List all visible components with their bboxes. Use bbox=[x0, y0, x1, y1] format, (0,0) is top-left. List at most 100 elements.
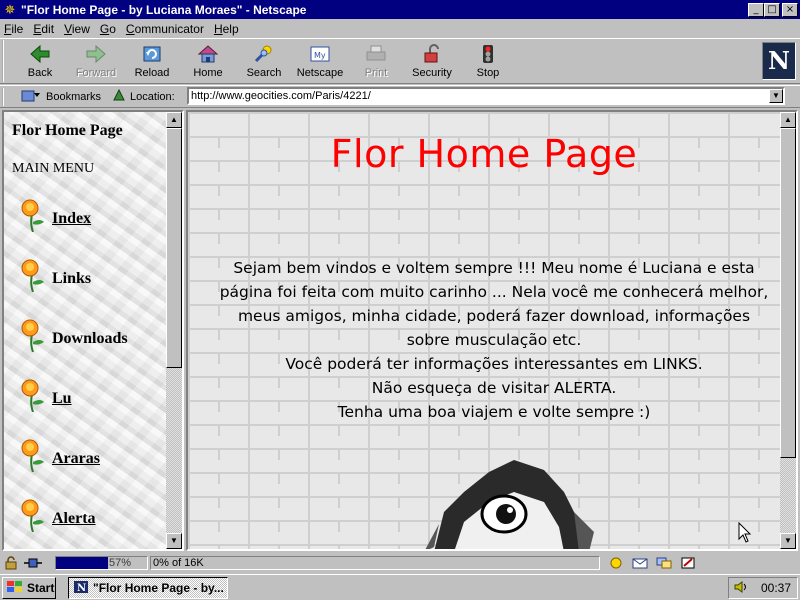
rose-icon bbox=[18, 196, 48, 233]
netscape-logo[interactable]: N bbox=[762, 42, 796, 80]
back-button[interactable]: Back bbox=[12, 40, 68, 82]
maximize-button[interactable]: □ bbox=[764, 2, 780, 17]
stop-button[interactable]: Stop bbox=[460, 40, 516, 82]
start-button[interactable]: Start bbox=[2, 577, 56, 599]
intro-line: meus amigos, minha cidade, poderá fazer … bbox=[237, 307, 751, 325]
home-button[interactable]: Home bbox=[180, 40, 236, 82]
netscape-icon: My bbox=[308, 43, 332, 65]
volume-icon[interactable] bbox=[733, 580, 749, 597]
nav-alerta-link[interactable]: Alerta bbox=[18, 496, 96, 533]
security-status-icon[interactable] bbox=[0, 555, 22, 571]
navigator-icon[interactable] bbox=[605, 555, 627, 571]
main-menu-heading: MAIN MENU bbox=[12, 161, 95, 176]
status-text: 0% of 16K bbox=[150, 556, 600, 570]
bookmarks-button[interactable]: Bookmarks bbox=[20, 87, 101, 106]
bookmarks-icon bbox=[20, 87, 42, 106]
rose-icon bbox=[18, 496, 48, 533]
intro-line: Não esqueça de visitar ALERTA. bbox=[371, 379, 617, 397]
reload-icon bbox=[140, 43, 164, 65]
intro-line: Sejam bem vindos e voltem sempre !!! Meu… bbox=[233, 259, 755, 277]
menu-frame: Flor Home Page MAIN MENU Index Links Dow… bbox=[2, 110, 184, 551]
forward-button[interactable]: Forward bbox=[68, 40, 124, 82]
navigation-toolbar: Back Forward Reload Home Search My Netsc… bbox=[0, 38, 800, 84]
system-tray: 00:37 bbox=[728, 577, 798, 599]
toolbar-grip[interactable] bbox=[2, 40, 12, 82]
content-area: Flor Home Page MAIN MENU Index Links Dow… bbox=[0, 107, 800, 552]
mail-icon[interactable] bbox=[629, 555, 651, 571]
location-label: Location: bbox=[130, 90, 175, 103]
nav-araras-link[interactable]: Araras bbox=[18, 436, 100, 473]
url-text: http://www.geocities.com/Paris/4221/ bbox=[191, 90, 371, 102]
taskbar-netscape-window[interactable]: N "Flor Home Page - by... bbox=[68, 577, 228, 599]
stop-icon bbox=[476, 43, 500, 65]
location-toolbar: Bookmarks Location: http://www.geocities… bbox=[0, 85, 800, 107]
rose-icon bbox=[18, 316, 48, 353]
menu-view[interactable]: View bbox=[64, 22, 90, 36]
security-lock-icon bbox=[420, 43, 444, 65]
intro-line: sobre musculação etc. bbox=[406, 331, 582, 349]
menu-frame-scrollbar[interactable]: ▲ ▼ bbox=[166, 112, 182, 549]
composer-icon[interactable] bbox=[677, 555, 699, 571]
netscape-app-icon[interactable]: ✵ bbox=[2, 2, 18, 18]
menu-frame-content: Flor Home Page MAIN MENU Index Links Dow… bbox=[4, 112, 166, 549]
title-bar[interactable]: ✵ "Flor Home Page - by Luciana Moraes" -… bbox=[0, 0, 800, 19]
nav-alerta-label: Alerta bbox=[52, 510, 96, 527]
rose-icon bbox=[18, 256, 48, 293]
page-proxy-icon[interactable] bbox=[111, 87, 127, 106]
netscape-button[interactable]: My Netscape bbox=[292, 40, 348, 82]
print-icon bbox=[364, 43, 388, 65]
menu-communicator[interactable]: Communicator bbox=[126, 22, 204, 36]
nav-links-label: Links bbox=[52, 270, 92, 287]
intro-line: Tenha uma boa viajem e volte sempre :) bbox=[337, 403, 651, 421]
menu-frame-title: Flor Home Page bbox=[12, 122, 123, 139]
scroll-thumb[interactable] bbox=[166, 128, 182, 368]
bookmarks-label: Bookmarks bbox=[46, 90, 102, 103]
close-button[interactable]: × bbox=[782, 2, 798, 17]
mouse-cursor-icon bbox=[738, 522, 752, 543]
security-button[interactable]: Security bbox=[404, 40, 460, 82]
main-frame-scrollbar[interactable]: ▲ ▼ bbox=[780, 112, 796, 549]
nav-araras-label: Araras bbox=[52, 450, 100, 467]
home-icon bbox=[196, 43, 220, 65]
url-dropdown-button[interactable]: ▼ bbox=[769, 89, 783, 103]
scroll-up-button[interactable]: ▲ bbox=[780, 112, 796, 128]
url-input[interactable]: http://www.geocities.com/Paris/4221/ ▼ bbox=[187, 87, 785, 105]
scroll-down-button[interactable]: ▼ bbox=[780, 533, 796, 549]
loading-progress-bar: 57% bbox=[55, 556, 148, 570]
clock: 00:37 bbox=[760, 581, 791, 595]
print-button[interactable]: Print bbox=[348, 40, 404, 82]
security-label: Security bbox=[412, 67, 452, 79]
main-frame: Flor Home Page Sejam bem vindos e voltem… bbox=[186, 110, 798, 551]
stop-label: Stop bbox=[476, 67, 500, 79]
nav-index-link[interactable]: Index bbox=[18, 196, 92, 233]
netscape-label: Netscape bbox=[296, 67, 344, 79]
nav-downloads-link[interactable]: Downloads bbox=[18, 316, 128, 353]
scroll-up-button[interactable]: ▲ bbox=[166, 112, 182, 128]
rose-icon bbox=[18, 376, 48, 413]
discussion-icon[interactable] bbox=[653, 555, 675, 571]
nav-lu-link[interactable]: Lu bbox=[18, 376, 72, 413]
forward-label: Forward bbox=[75, 67, 117, 79]
progress-percent: 57% bbox=[108, 557, 131, 569]
menu-help[interactable]: Help bbox=[214, 22, 239, 36]
online-status-icon[interactable] bbox=[22, 555, 44, 571]
nav-index-label: Index bbox=[52, 210, 92, 227]
svg-text:N: N bbox=[77, 583, 86, 594]
menu-edit[interactable]: Edit bbox=[33, 22, 54, 36]
nav-links-link[interactable]: Links bbox=[18, 256, 92, 293]
forward-arrow-icon bbox=[84, 43, 108, 65]
minimize-button[interactable]: _ bbox=[748, 2, 764, 17]
reload-label: Reload bbox=[134, 67, 170, 79]
menu-go[interactable]: Go bbox=[100, 22, 116, 36]
location-grip[interactable] bbox=[2, 87, 12, 106]
scroll-thumb[interactable] bbox=[780, 128, 796, 458]
menu-file[interactable]: File bbox=[4, 22, 23, 36]
intro-line: página foi feita com muito carinho ... N… bbox=[219, 283, 769, 301]
reload-button[interactable]: Reload bbox=[124, 40, 180, 82]
window-title: "Flor Home Page - by Luciana Moraes" - N… bbox=[21, 2, 307, 17]
scroll-down-button[interactable]: ▼ bbox=[166, 533, 182, 549]
rose-icon bbox=[18, 436, 48, 473]
search-label: Search bbox=[246, 67, 282, 79]
main-frame-content: Flor Home Page Sejam bem vindos e voltem… bbox=[188, 112, 780, 549]
search-button[interactable]: Search bbox=[236, 40, 292, 82]
